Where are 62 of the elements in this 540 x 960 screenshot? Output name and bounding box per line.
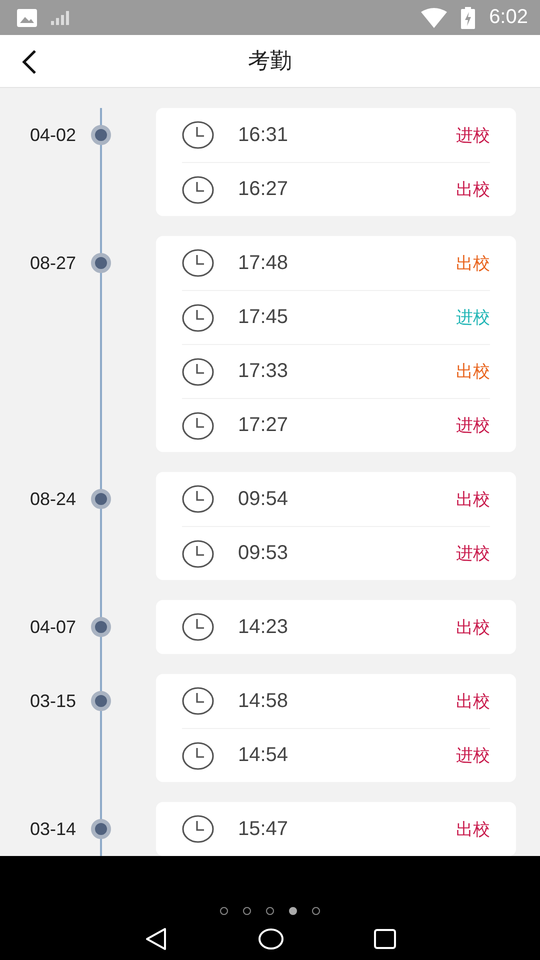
- date-label: 03-14: [29, 818, 78, 841]
- home-nav-icon[interactable]: [258, 928, 284, 950]
- record-status: 出校: [456, 252, 490, 274]
- battery-icon: [461, 6, 476, 28]
- record-status: 进校: [456, 415, 490, 437]
- record-time: 17:27: [238, 414, 290, 437]
- record-status: 进校: [456, 307, 490, 329]
- clock-icon: [182, 412, 214, 440]
- timeline-dot: [91, 691, 111, 711]
- image-icon: [17, 8, 37, 26]
- record-status: 出校: [456, 690, 490, 712]
- date-label: 04-07: [29, 616, 78, 639]
- page-dot[interactable]: [289, 907, 297, 915]
- record-time: 14:23: [238, 616, 290, 638]
- clock-icon: [182, 485, 214, 513]
- clock-icon: [182, 540, 214, 568]
- record-time: 17:45: [238, 306, 290, 329]
- date-label: 08-24: [29, 488, 78, 511]
- clock-icon: [182, 358, 214, 386]
- date-label: 08-27: [29, 252, 78, 275]
- signal-icon: [51, 10, 69, 24]
- clock-icon: [182, 742, 214, 770]
- clock-icon: [182, 249, 214, 277]
- record-time: 16:31: [238, 124, 290, 146]
- record-time: 14:54: [238, 744, 290, 767]
- clock-icon: [182, 176, 214, 204]
- back-nav-icon[interactable]: [144, 927, 168, 951]
- status-time: 6:02: [489, 6, 528, 29]
- page-dot[interactable]: [312, 907, 320, 915]
- record-time: 14:58: [238, 690, 290, 712]
- clock-icon: [182, 304, 214, 332]
- clock-icon: [182, 687, 214, 715]
- record-status: 出校: [456, 361, 490, 383]
- record-status: 出校: [456, 488, 490, 510]
- record-status: 进校: [456, 124, 490, 146]
- record-status: 出校: [456, 616, 490, 638]
- record-time: 16:27: [238, 178, 290, 201]
- timeline-dot: [91, 617, 111, 637]
- record-time: 17:33: [238, 360, 290, 383]
- clock-icon: [182, 815, 214, 843]
- date-label: 04-02: [29, 124, 78, 147]
- record-status: 进校: [456, 543, 490, 565]
- record-time: 15:47: [238, 818, 290, 840]
- timeline-dot: [91, 819, 111, 839]
- record-status: 出校: [456, 179, 490, 201]
- page-dot[interactable]: [266, 907, 274, 915]
- record-status: 进校: [456, 745, 490, 767]
- record-time: 09:53: [238, 542, 290, 565]
- timeline-dot: [91, 125, 111, 145]
- date-label: 03-15: [29, 690, 78, 713]
- record-time: 09:54: [238, 488, 290, 510]
- timeline-dot: [91, 489, 111, 509]
- wifi-icon: [421, 8, 448, 28]
- page-dot[interactable]: [220, 907, 228, 915]
- clock-icon: [182, 613, 214, 641]
- page-title: 考勤: [248, 48, 292, 76]
- clock-icon: [182, 121, 214, 149]
- timeline-dot: [91, 253, 111, 273]
- recents-nav-icon[interactable]: [374, 929, 396, 949]
- record-status: 出校: [456, 818, 490, 840]
- page-dot[interactable]: [243, 907, 251, 915]
- record-time: 17:48: [238, 252, 290, 274]
